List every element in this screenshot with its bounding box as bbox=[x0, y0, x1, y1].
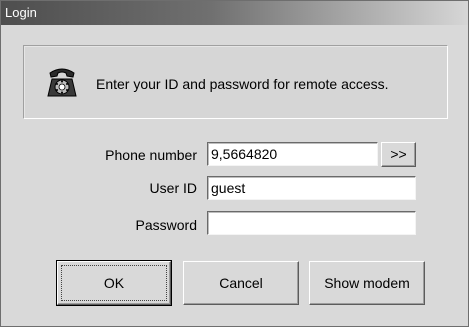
phone-book-button[interactable]: >> bbox=[381, 142, 416, 167]
show-modem-button[interactable]: Show modem bbox=[309, 261, 425, 305]
title-bar[interactable]: Login bbox=[1, 1, 468, 25]
user-id-label: User ID bbox=[149, 180, 197, 196]
ok-button[interactable]: OK bbox=[56, 260, 172, 306]
window-title: Login bbox=[5, 5, 37, 20]
cancel-button-label: Cancel bbox=[219, 275, 263, 291]
password-field[interactable] bbox=[207, 211, 416, 235]
focus-indicator bbox=[61, 265, 167, 301]
info-message: Enter your ID and password for remote ac… bbox=[96, 76, 389, 92]
user-id-field[interactable]: guest bbox=[207, 176, 416, 200]
show-modem-button-label: Show modem bbox=[324, 275, 410, 291]
phone-number-label: Phone number bbox=[105, 147, 197, 163]
info-panel: Enter your ID and password for remote ac… bbox=[23, 45, 448, 119]
password-label: Password bbox=[135, 217, 197, 233]
telephone-icon bbox=[44, 64, 80, 100]
login-dialog: Login Enter your ID and password for rem… bbox=[0, 0, 469, 327]
phone-number-field[interactable]: 9,5664820 bbox=[207, 142, 378, 166]
cancel-button[interactable]: Cancel bbox=[183, 261, 299, 305]
